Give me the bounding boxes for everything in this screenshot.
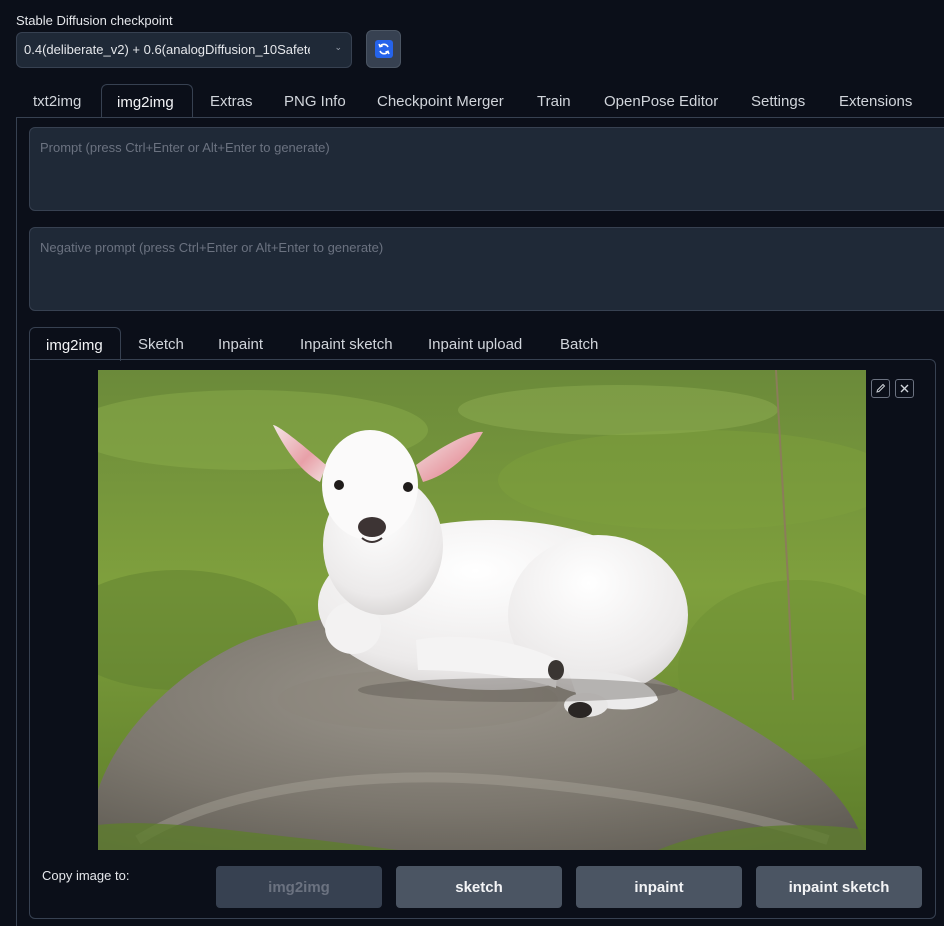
prompt-input[interactable] (30, 128, 944, 210)
tab-label: Inpaint sketch (300, 336, 393, 353)
copy-to-img2img-button[interactable]: img2img (216, 866, 382, 908)
negative-prompt-input[interactable] (30, 228, 944, 310)
tab-label: Sketch (138, 336, 184, 353)
button-label: inpaint (634, 878, 684, 896)
tab-label: Inpaint upload (428, 336, 523, 353)
copy-to-inpaint-sketch-button[interactable]: inpaint sketch (756, 866, 922, 908)
tab-label: img2img (117, 94, 174, 111)
tab-label: Batch (560, 336, 599, 353)
tab-extras[interactable]: Extras (210, 84, 253, 118)
tab-label: OpenPose Editor (604, 93, 719, 110)
subtab-batch[interactable]: Batch (560, 327, 598, 361)
tab-label: img2img (46, 337, 103, 354)
clear-image-button[interactable] (895, 379, 914, 398)
button-label: img2img (268, 878, 330, 896)
checkpoint-dropdown[interactable]: 0.4(deliberate_v2) + 0.6(analogDiffusion… (16, 32, 352, 68)
tab-train[interactable]: Train (537, 84, 571, 118)
input-image[interactable] (98, 370, 866, 850)
checkpoint-selected-value: 0.4(deliberate_v2) + 0.6(analogDiffusion… (24, 42, 310, 57)
copy-image-to-label: Copy image to: (42, 868, 130, 883)
subtab-img2img[interactable]: img2img (29, 327, 121, 361)
lamb-photo (98, 370, 866, 850)
refresh-checkpoint-button[interactable] (366, 30, 401, 68)
tab-label: txt2img (33, 93, 82, 110)
button-label: inpaint sketch (788, 878, 890, 896)
checkpoint-label: Stable Diffusion checkpoint (16, 13, 173, 28)
tab-label: PNG Info (284, 93, 346, 110)
tab-label: Settings (751, 93, 806, 110)
subtab-inpaint[interactable]: Inpaint (218, 327, 263, 361)
negative-prompt-box (29, 227, 944, 311)
tab-checkpoint-merger[interactable]: Checkpoint Merger (377, 84, 504, 118)
copy-to-inpaint-button[interactable]: inpaint (576, 866, 742, 908)
tab-label: Extras (210, 93, 253, 110)
copy-to-sketch-button[interactable]: sketch (396, 866, 562, 908)
tab-settings[interactable]: Settings (751, 84, 805, 118)
tab-png-info[interactable]: PNG Info (284, 84, 346, 118)
tab-txt2img[interactable]: txt2img (33, 84, 81, 118)
tab-openpose-editor[interactable]: OpenPose Editor (604, 84, 718, 118)
subtab-inpaint-sketch[interactable]: Inpaint sketch (300, 327, 393, 361)
tab-label: Inpaint (218, 336, 264, 353)
subtab-inpaint-upload[interactable]: Inpaint upload (428, 327, 522, 361)
tab-img2img[interactable]: img2img (101, 84, 193, 118)
refresh-icon (374, 40, 393, 58)
tab-label: Checkpoint Merger (377, 93, 504, 110)
tab-label: Extensions (839, 93, 913, 110)
edit-image-button[interactable] (871, 379, 890, 398)
prompt-box (29, 127, 944, 211)
button-label: sketch (455, 878, 503, 896)
close-icon (900, 384, 909, 393)
chevron-down-icon: ⌄ (334, 42, 342, 52)
tab-extensions[interactable]: Extensions (839, 84, 912, 118)
tab-label: Train (537, 93, 571, 110)
subtab-sketch[interactable]: Sketch (138, 327, 184, 361)
pencil-icon (876, 383, 886, 393)
